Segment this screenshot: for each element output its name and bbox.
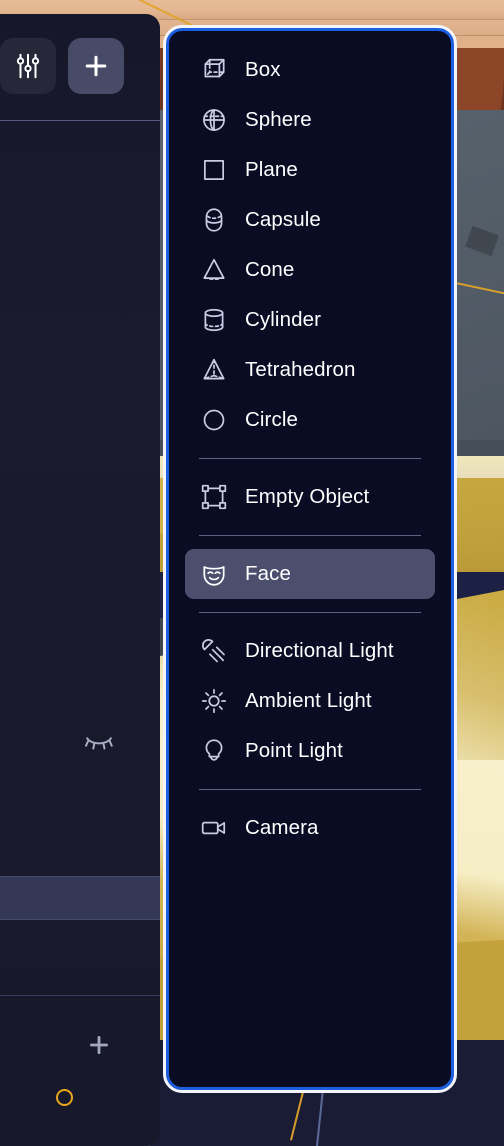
menu-item-face[interactable]: Face [185, 549, 435, 599]
menu-item-cone[interactable]: Cone [185, 245, 435, 295]
plane-icon [199, 155, 229, 185]
menu-item-point-light[interactable]: Point Light [185, 726, 435, 776]
visibility-toggle[interactable] [84, 730, 114, 754]
point-light-icon [199, 736, 229, 766]
eye-off-icon [85, 737, 113, 750]
menu-item-plane[interactable]: Plane [185, 145, 435, 195]
menu-item-cylinder[interactable]: Cylinder [185, 295, 435, 345]
menu-item-directional-light[interactable]: Directional Light [185, 626, 435, 676]
menu-separator [199, 612, 421, 613]
menu-item-ambient-light[interactable]: Ambient Light [185, 676, 435, 726]
menu-item-label: Ambient Light [245, 689, 372, 712]
menu-item-label: Point Light [245, 739, 343, 762]
menu-item-label: Cylinder [245, 308, 321, 331]
add-object-button[interactable] [68, 38, 124, 94]
menu-separator [199, 789, 421, 790]
menu-separator [199, 535, 421, 536]
menu-item-box[interactable]: Box [185, 45, 435, 95]
add-row-button[interactable] [86, 1032, 112, 1058]
app-root: Box Sphere Plane Capsule Cone Cylinder T… [0, 0, 504, 1146]
list-item[interactable] [0, 920, 160, 996]
menu-item-label: Directional Light [245, 639, 394, 662]
menu-item-label: Camera [245, 816, 319, 839]
settings-button[interactable] [0, 38, 56, 94]
empty-object-icon [199, 482, 229, 512]
menu-item-label: Capsule [245, 208, 321, 231]
menu-item-sphere[interactable]: Sphere [185, 95, 435, 145]
capsule-icon [199, 205, 229, 235]
menu-item-label: Plane [245, 158, 298, 181]
menu-item-label: Cone [245, 258, 295, 281]
sliders-icon [16, 53, 40, 79]
menu-item-label: Tetrahedron [245, 358, 356, 381]
camera-icon [199, 813, 229, 843]
menu-item-label: Empty Object [245, 485, 370, 508]
box-icon [199, 55, 229, 85]
cylinder-icon [199, 305, 229, 335]
menu-item-tetrahedron[interactable]: Tetrahedron [185, 345, 435, 395]
menu-item-circle[interactable]: Circle [185, 395, 435, 445]
circle-marker-icon[interactable] [56, 1089, 73, 1106]
sphere-icon [199, 105, 229, 135]
selected-row[interactable] [0, 876, 160, 920]
face-icon [199, 559, 229, 589]
menu-item-label: Circle [245, 408, 298, 431]
menu-item-label: Sphere [245, 108, 312, 131]
menu-item-label: Face [245, 562, 291, 585]
panel-divider [0, 120, 160, 121]
menu-item-capsule[interactable]: Capsule [185, 195, 435, 245]
menu-item-camera[interactable]: Camera [185, 803, 435, 853]
ambient-light-icon [199, 686, 229, 716]
plus-icon [90, 1036, 108, 1054]
outliner-panel[interactable] [0, 14, 160, 1146]
directional-light-icon [199, 636, 229, 666]
visibility-row[interactable] [0, 720, 160, 764]
plus-icon [85, 55, 107, 77]
panel-toolbar [0, 38, 124, 94]
cone-icon [199, 255, 229, 285]
menu-item-empty-object[interactable]: Empty Object [185, 472, 435, 522]
circle-icon [199, 405, 229, 435]
menu-item-label: Box [245, 58, 281, 81]
tetrahedron-icon [199, 355, 229, 385]
add-object-menu[interactable]: Box Sphere Plane Capsule Cone Cylinder T… [163, 25, 457, 1093]
menu-separator [199, 458, 421, 459]
